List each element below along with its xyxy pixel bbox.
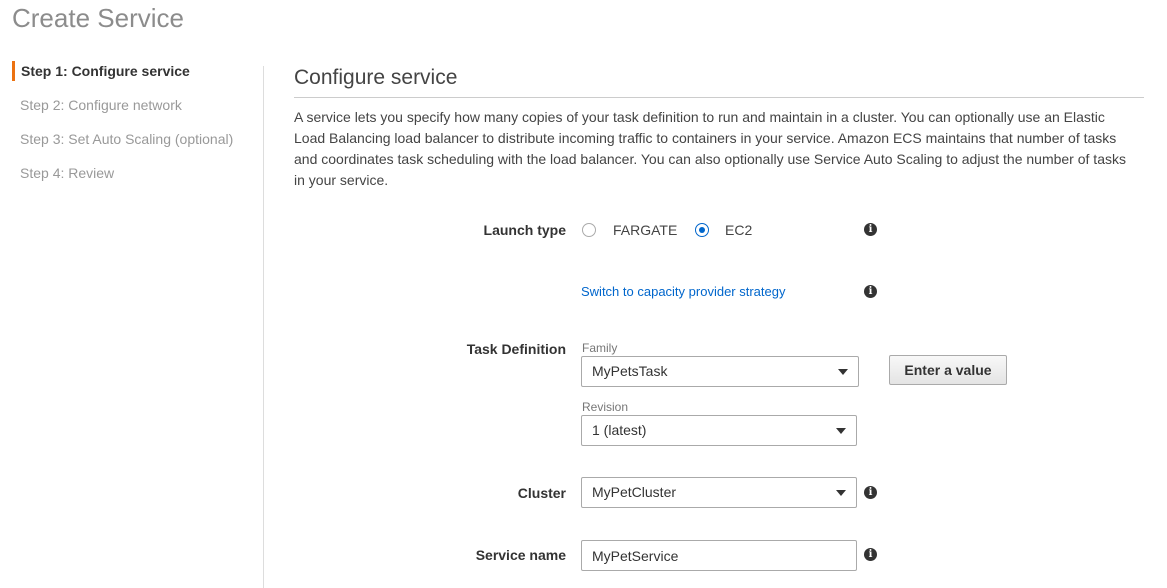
page-title: Create Service <box>12 3 184 33</box>
fargate-radio[interactable] <box>582 223 596 237</box>
step-configure-service[interactable]: Step 1: Configure service <box>12 61 190 81</box>
cluster-label: Cluster <box>517 485 566 501</box>
enter-value-button[interactable]: Enter a value <box>889 355 1007 385</box>
family-select[interactable]: MyPetsTask <box>581 356 859 387</box>
info-icon[interactable]: i <box>864 285 877 298</box>
revision-select[interactable]: 1 (latest) <box>581 415 857 446</box>
info-icon[interactable]: i <box>864 486 877 499</box>
section-description: A service lets you specify how many copi… <box>294 109 1126 188</box>
step-review[interactable]: Step 4: Review <box>12 163 114 183</box>
revision-select-value: 1 (latest) <box>592 422 647 438</box>
chevron-down-icon <box>836 428 846 434</box>
cluster-select-value: MyPetCluster <box>592 484 677 500</box>
cluster-select[interactable]: MyPetCluster <box>581 477 857 508</box>
family-select-value: MyPetsTask <box>592 363 668 379</box>
ec2-radio[interactable] <box>695 223 709 237</box>
service-name-input[interactable] <box>581 540 857 571</box>
launch-type-label: Launch type <box>483 222 566 238</box>
service-name-label: Service name <box>475 547 566 563</box>
task-definition-label: Task Definition <box>466 341 566 357</box>
section-divider <box>294 97 1144 98</box>
capacity-provider-link[interactable]: Switch to capacity provider strategy <box>581 282 785 302</box>
sidebar-divider <box>263 66 264 588</box>
ec2-radio-label[interactable]: EC2 <box>725 220 752 240</box>
chevron-down-icon <box>836 490 846 496</box>
section-title: Configure service <box>294 66 458 89</box>
info-icon[interactable]: i <box>864 548 877 561</box>
revision-label: Revision <box>582 400 629 414</box>
step-configure-network[interactable]: Step 2: Configure network <box>12 95 182 115</box>
step-auto-scaling[interactable]: Step 3: Set Auto Scaling (optional) <box>12 129 233 149</box>
chevron-down-icon <box>838 369 848 375</box>
family-label: Family <box>582 341 618 355</box>
fargate-radio-label[interactable]: FARGATE <box>613 220 677 240</box>
info-icon[interactable]: i <box>864 223 877 236</box>
